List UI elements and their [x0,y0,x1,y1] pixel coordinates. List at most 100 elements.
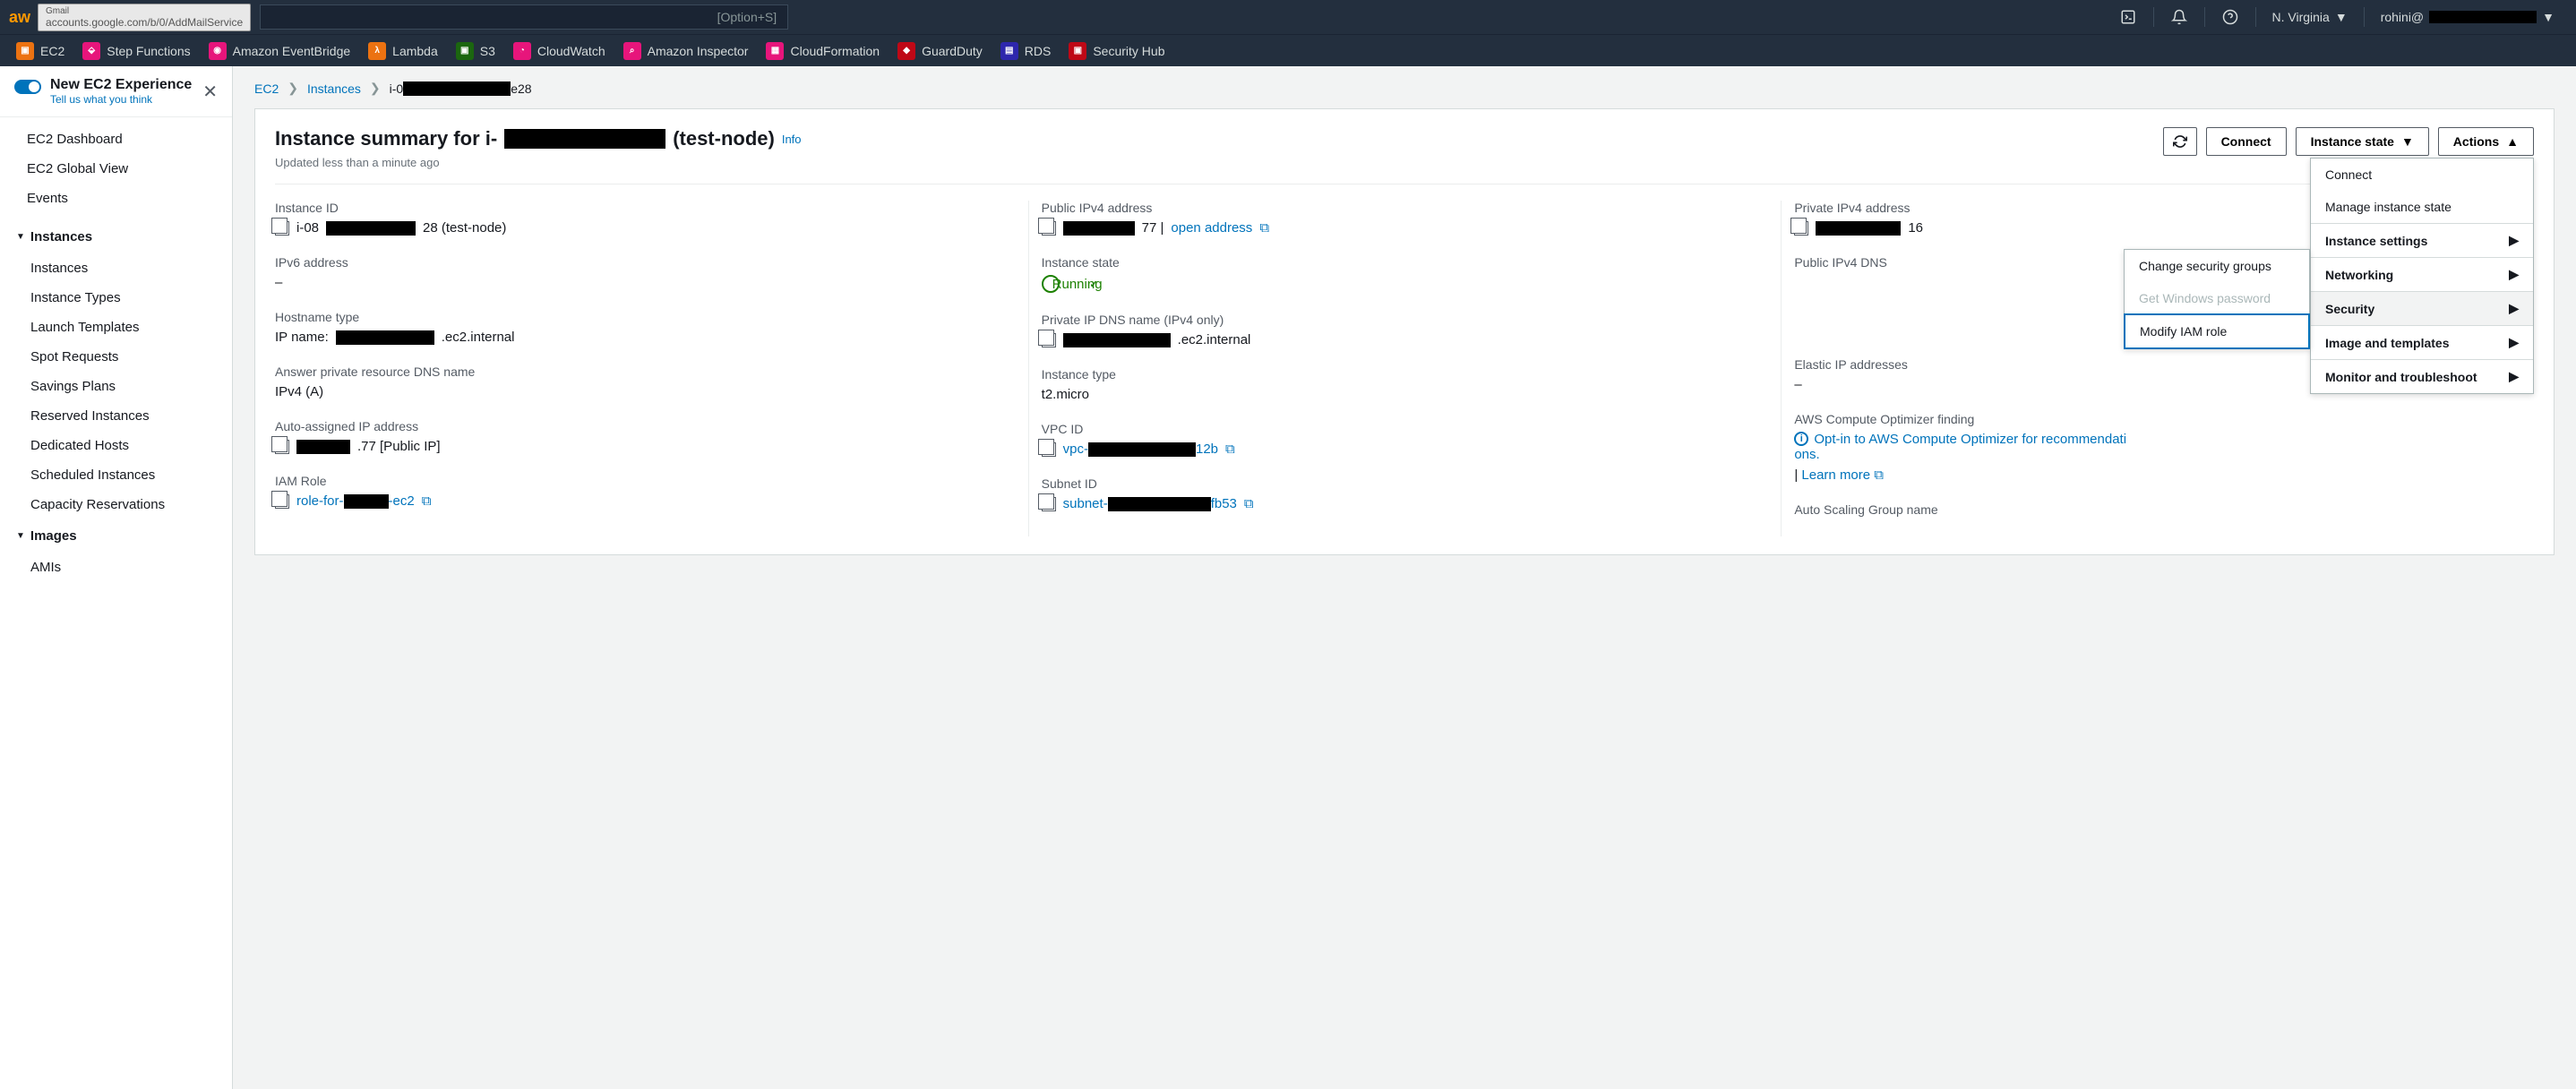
open-address-link[interactable]: open address [1171,220,1252,236]
account-menu[interactable]: rohini@▼ [2381,10,2555,24]
caret-right-icon: ▶ [2509,369,2519,384]
last-updated: Updated less than a minute ago [275,156,802,169]
service-shortcut[interactable]: ▦CloudFormation [766,42,880,60]
copy-icon[interactable] [1042,221,1056,236]
sidebar-item-spot-requests[interactable]: Spot Requests [0,342,232,372]
breadcrumb-instances[interactable]: Instances [307,81,361,96]
field-label: Subnet ID [1042,476,1769,491]
caret-down-icon: ▼ [2335,10,2348,24]
menu-manage-state[interactable]: Manage instance state [2311,191,2533,223]
external-link-icon[interactable]: ⧉ [1874,467,1884,483]
service-shortcut[interactable]: ◔CloudWatch [513,42,605,60]
instance-state-button[interactable]: Instance state▼ [2296,127,2429,156]
sidebar-item-instances[interactable]: Instances [0,253,232,283]
copy-icon[interactable] [275,440,289,454]
page-title: Instance summary for i- (test-node) Info [275,127,802,150]
sidebar-item-amis[interactable]: AMIs [0,553,232,582]
info-icon: i [1794,432,1808,446]
info-link[interactable]: Info [782,133,802,146]
caret-down-icon: ▼ [2401,134,2414,149]
auto-ip-value: .77 [Public IP] [275,439,1016,454]
cloudshell-icon[interactable] [2119,8,2137,26]
breadcrumb-ec2[interactable]: EC2 [254,81,279,96]
service-shortcut[interactable]: λLambda [368,42,438,60]
menu-connect[interactable]: Connect [2311,159,2533,191]
optimizer-link[interactable]: Opt-in to AWS Compute Optimizer for reco… [1814,432,2126,447]
external-link-icon[interactable]: ⧉ [1244,496,1254,511]
copy-icon[interactable] [1042,333,1056,347]
feedback-link[interactable]: Tell us what you think [50,93,192,106]
menu-networking[interactable]: Networking▶ [2311,257,2533,291]
breadcrumb-instance-id: i-0e28 [390,81,532,96]
ipv6-value: – [275,275,1016,290]
subnet-link[interactable]: subnet-fb53 [1063,496,1237,511]
field-label: AWS Compute Optimizer finding [1794,412,2521,426]
external-link-icon[interactable]: ⧉ [1259,220,1269,236]
sidebar-item-events[interactable]: Events [0,184,232,213]
help-icon[interactable] [2221,8,2239,26]
service-shortcut[interactable]: ⬙Step Functions [82,42,190,60]
browser-url-hint: Gmail accounts.google.com/b/0/AddMailSer… [38,4,251,31]
service-shortcut[interactable]: ▤RDS [1000,42,1052,60]
instance-type-value: t2.micro [1042,387,1769,402]
submenu-modify-iam[interactable]: Modify IAM role [2124,313,2310,349]
service-shortcut[interactable]: ⌕Amazon Inspector [623,42,749,60]
menu-image-templates[interactable]: Image and templates▶ [2311,325,2533,359]
sidebar-item-savings-plans[interactable]: Savings Plans [0,372,232,401]
submenu-change-sg[interactable]: Change security groups [2125,250,2309,282]
caret-down-icon: ▼ [2542,10,2555,24]
sidebar-item-scheduled-instances[interactable]: Scheduled Instances [0,460,232,490]
vpc-link[interactable]: vpc-12b [1063,442,1218,457]
field-label: Hostname type [275,310,1016,324]
iam-role-link[interactable]: role-for--ec2 [296,493,415,509]
aws-logo[interactable]: aw [9,8,30,27]
breadcrumb: EC2 ❯ Instances ❯ i-0e28 [254,81,2555,96]
sidebar-item-capacity-reservations[interactable]: Capacity Reservations [0,490,232,519]
field-label: IPv6 address [275,255,1016,270]
global-nav: aw Gmail accounts.google.com/b/0/AddMail… [0,0,2576,34]
field-label: Auto-assigned IP address [275,419,1016,433]
close-icon[interactable]: ✕ [202,81,218,103]
copy-icon[interactable] [1042,497,1056,511]
service-shortcut[interactable]: ▣EC2 [16,42,64,60]
copy-icon[interactable] [1794,221,1808,236]
sidebar-item-dedicated-hosts[interactable]: Dedicated Hosts [0,431,232,460]
menu-monitor[interactable]: Monitor and troubleshoot▶ [2311,359,2533,393]
region-selector[interactable]: N. Virginia▼ [2272,10,2348,24]
sidebar-section-instances[interactable]: Instances [0,220,232,253]
menu-security[interactable]: Security▶ [2311,291,2533,325]
refresh-button[interactable] [2163,127,2197,156]
copy-icon[interactable] [275,221,289,236]
copy-icon[interactable] [1042,442,1056,457]
notifications-icon[interactable] [2170,8,2188,26]
optimizer-link[interactable]: ons. [1794,447,1819,462]
answer-dns-value: IPv4 (A) [275,384,1016,399]
copy-icon[interactable] [275,494,289,509]
learn-more-link[interactable]: Learn more [1801,467,1870,483]
service-shortcut[interactable]: ◆GuardDuty [897,42,983,60]
security-submenu: Change security groups Get Windows passw… [2124,249,2310,349]
menu-instance-settings[interactable]: Instance settings▶ [2311,223,2533,257]
sidebar-item-launch-templates[interactable]: Launch Templates [0,313,232,342]
service-shortcut[interactable]: ◉Amazon EventBridge [209,42,351,60]
chevron-right-icon: ❯ [288,81,298,96]
new-experience-toggle[interactable] [14,80,41,94]
external-link-icon[interactable]: ⧉ [1225,442,1235,457]
sidebar: New EC2 Experience Tell us what you thin… [0,66,233,1089]
global-search[interactable]: [Option+S] [260,4,788,30]
caret-right-icon: ▶ [2509,301,2519,316]
sidebar-item-dashboard[interactable]: EC2 Dashboard [0,124,232,154]
actions-menu: Connect Manage instance state Instance s… [2310,158,2534,394]
main-content: EC2 ❯ Instances ❯ i-0e28 Instance summar… [233,66,2576,1089]
caret-right-icon: ▶ [2509,267,2519,282]
external-link-icon[interactable]: ⧉ [422,493,432,509]
new-experience-title: New EC2 Experience [50,77,192,93]
sidebar-item-instance-types[interactable]: Instance Types [0,283,232,313]
sidebar-item-global-view[interactable]: EC2 Global View [0,154,232,184]
connect-button[interactable]: Connect [2206,127,2287,156]
service-shortcut[interactable]: ▣Security Hub [1069,42,1164,60]
actions-button[interactable]: Actions▲ [2438,127,2534,156]
sidebar-section-images[interactable]: Images [0,519,232,553]
sidebar-item-reserved-instances[interactable]: Reserved Instances [0,401,232,431]
service-shortcut[interactable]: ▣S3 [456,42,495,60]
